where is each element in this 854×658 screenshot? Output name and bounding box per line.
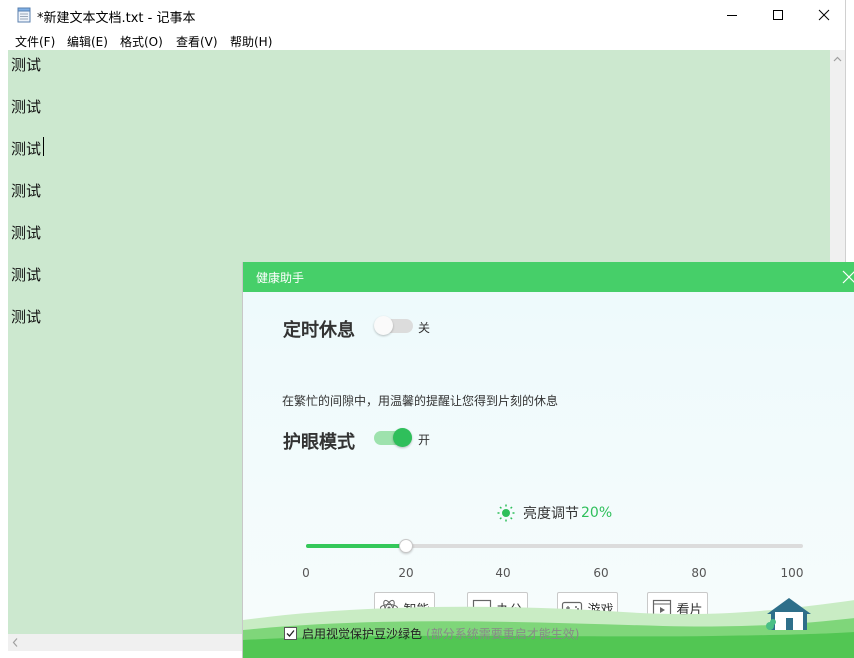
green-background-option[interactable]: 启用视觉保护豆沙绿色 (部分系统需要重启才能生效) <box>284 625 579 642</box>
eye-care-toggle[interactable] <box>374 428 412 447</box>
checkbox-note: (部分系统需要重启才能生效) <box>426 627 580 641</box>
menu-help[interactable]: 帮助(H) <box>230 33 272 50</box>
brightness-slider[interactable] <box>306 539 803 553</box>
rest-description: 在繁忙的间隙中，用温馨的提醒让您得到片刻的休息 <box>282 394 559 408</box>
menu-file[interactable]: 文件(F) <box>15 33 55 50</box>
brightness-label: 亮度调节 <box>523 506 579 522</box>
rest-title: 定时休息 <box>283 320 355 341</box>
menu-edit[interactable]: 编辑(E) <box>67 33 108 50</box>
brightness-row: 亮度调节 20% <box>497 503 612 523</box>
minimize-button[interactable] <box>709 0 755 30</box>
maximize-icon <box>773 10 783 20</box>
text-caret <box>43 137 44 156</box>
health-assistant-window: 健康助手 定时休息 关 在繁忙的间隙中，用温馨的提醒让您得到片刻的休息 护眼模式… <box>242 262 854 658</box>
scroll-up-icon[interactable] <box>830 52 845 67</box>
text-line: 测试 <box>11 308 42 326</box>
window-title: *新建文本文档.txt - 记事本 <box>37 11 196 26</box>
text-line: 测试 <box>11 266 42 284</box>
close-button[interactable] <box>801 0 847 30</box>
title-bar: *新建文本文档.txt - 记事本 <box>0 0 845 30</box>
green-background-checkbox[interactable] <box>284 627 297 640</box>
notepad-app-icon <box>17 7 31 23</box>
menu-view[interactable]: 查看(V) <box>176 33 218 50</box>
toggle-knob <box>393 428 412 447</box>
health-assistant-title: 健康助手 <box>256 271 305 285</box>
health-assistant-header: 健康助手 <box>243 262 854 292</box>
rest-toggle-label: 关 <box>418 321 431 335</box>
house-icon <box>766 598 811 630</box>
toggle-knob <box>374 316 393 335</box>
checkbox-label: 启用视觉保护豆沙绿色 <box>302 627 423 641</box>
text-line: 测试 <box>11 182 42 200</box>
eye-care-title: 护眼模式 <box>283 432 355 453</box>
close-icon[interactable] <box>841 269 854 285</box>
text-line: 测试 <box>11 56 42 74</box>
slider-fill <box>306 544 406 548</box>
text-line: 测试 <box>11 140 42 158</box>
scroll-left-icon[interactable] <box>8 634 23 651</box>
rest-toggle[interactable] <box>374 316 413 335</box>
sun-icon <box>497 504 515 522</box>
menu-bar: 文件(F) 编辑(E) 格式(O) 查看(V) 帮助(H) <box>0 30 845 50</box>
close-icon <box>818 9 830 21</box>
text-line: 测试 <box>11 224 42 242</box>
minimize-icon <box>727 15 737 16</box>
menu-format[interactable]: 格式(O) <box>120 33 163 50</box>
text-line: 测试 <box>11 98 42 116</box>
check-icon <box>286 630 295 637</box>
slider-handle[interactable] <box>399 539 414 553</box>
window-edge <box>0 50 8 658</box>
eye-care-toggle-label: 开 <box>418 433 431 447</box>
brightness-value: 20% <box>581 505 613 521</box>
maximize-button[interactable] <box>755 0 801 30</box>
